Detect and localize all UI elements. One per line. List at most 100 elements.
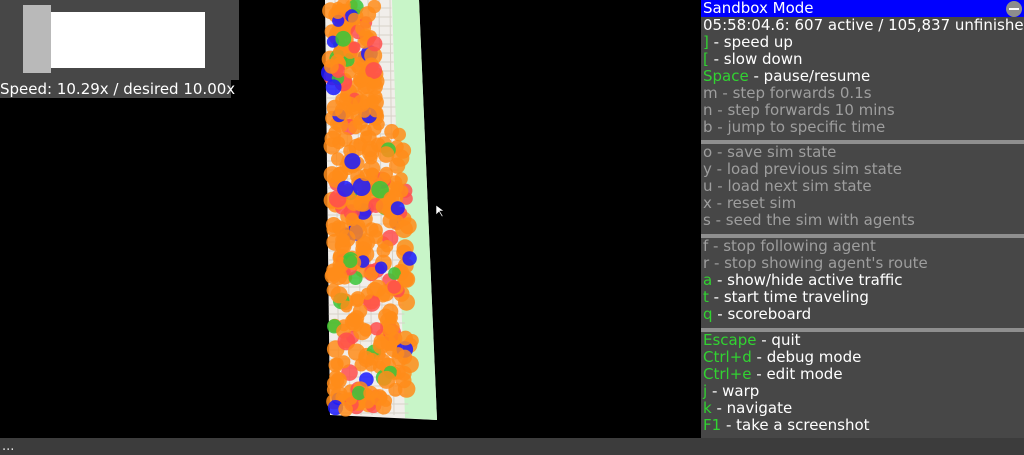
hotkey-label: - stop following agent bbox=[708, 237, 876, 255]
agent-dot bbox=[366, 352, 379, 366]
hotkey-item[interactable]: a - show/hide active traffic bbox=[703, 272, 903, 289]
speed-label: Speed: 10.29x / desired 10.00x bbox=[0, 80, 236, 98]
agent-dot bbox=[377, 370, 396, 389]
hotkey-item[interactable]: k - navigate bbox=[703, 400, 792, 417]
hotkey-item: m - step forwards 0.1s bbox=[703, 85, 872, 102]
hotkey-label: - quit bbox=[756, 331, 801, 349]
agent-dot bbox=[329, 267, 348, 286]
agent-dot bbox=[363, 385, 379, 401]
agent-dot bbox=[361, 144, 380, 162]
agent-dot bbox=[397, 380, 416, 398]
hotkey-label: - scoreboard bbox=[712, 305, 812, 323]
minimap-viewport[interactable] bbox=[51, 12, 205, 68]
agent-dot bbox=[398, 271, 416, 288]
hotkey-item[interactable]: Space - pause/resume bbox=[703, 68, 870, 85]
hotkey-item[interactable]: F1 - take a screenshot bbox=[703, 417, 870, 434]
hotkey-item[interactable]: Ctrl+d - debug mode bbox=[703, 349, 861, 366]
agent-dot bbox=[402, 251, 417, 266]
agent-dot bbox=[359, 6, 377, 23]
hotkey-label: - start time traveling bbox=[708, 288, 869, 306]
hotkey-item[interactable]: t - start time traveling bbox=[703, 289, 869, 306]
hotkey-label: - slow down bbox=[708, 50, 803, 68]
hotkey-item: o - save sim state bbox=[703, 144, 836, 161]
agent-dot bbox=[382, 303, 399, 320]
hotkey-label: - save sim state bbox=[712, 143, 837, 161]
hotkey-label: - pause/resume bbox=[748, 67, 871, 85]
agent-dot bbox=[348, 119, 363, 135]
hotkey-key: x bbox=[703, 194, 712, 212]
hotkey-item: b - jump to specific time bbox=[703, 119, 885, 136]
hotkey-item: r - stop showing agent's route bbox=[703, 255, 928, 272]
hotkey-item: s - seed the sim with agents bbox=[703, 212, 915, 229]
hotkey-key: Ctrl+d bbox=[703, 348, 752, 366]
agent-dot bbox=[375, 261, 388, 274]
hotkey-key: y bbox=[703, 160, 712, 178]
hotkey-item[interactable]: [ - slow down bbox=[703, 51, 802, 68]
hotkey-label: - navigate bbox=[711, 399, 793, 417]
sandbox-panel: Sandbox Mode 05:58:04.6: 607 active / 10… bbox=[701, 0, 1024, 438]
hotkey-label: - reset sim bbox=[711, 194, 797, 212]
hotkey-label: - edit mode bbox=[751, 365, 843, 383]
agent-dot bbox=[349, 222, 368, 241]
agent-dot bbox=[395, 220, 413, 239]
agent-dot bbox=[325, 79, 342, 96]
agent-dot bbox=[330, 286, 348, 304]
agent-dot bbox=[397, 349, 413, 365]
agent-dot bbox=[369, 322, 384, 336]
hotkey-label: - show/hide active traffic bbox=[712, 271, 903, 289]
agent-dot bbox=[347, 343, 366, 361]
hotkey-key: o bbox=[703, 143, 713, 161]
hotkey-item: n - step forwards 10 mins bbox=[703, 102, 895, 119]
agent-dot bbox=[339, 93, 352, 106]
hotkey-label: - take a screenshot bbox=[721, 416, 870, 434]
agent-dot bbox=[372, 337, 390, 355]
agent-dot bbox=[376, 243, 391, 258]
agent-dot bbox=[383, 324, 397, 338]
status-bar: ... bbox=[0, 438, 1024, 455]
hotkey-item[interactable]: Ctrl+e - edit mode bbox=[703, 366, 843, 383]
close-icon[interactable] bbox=[1006, 1, 1022, 17]
agent-dot bbox=[359, 168, 372, 182]
agent-dot bbox=[394, 142, 412, 159]
hotkey-label: - stop showing agent's route bbox=[709, 254, 928, 272]
hotkey-key: u bbox=[703, 177, 713, 195]
agent-dot bbox=[369, 104, 382, 118]
hotkey-item[interactable]: ] - speed up bbox=[703, 34, 793, 51]
hotkey-key: s bbox=[703, 211, 711, 229]
agent-dot bbox=[369, 279, 387, 297]
agent-dot bbox=[346, 312, 361, 327]
hotkey-key: Escape bbox=[703, 331, 757, 349]
hotkey-key: b bbox=[703, 118, 713, 136]
agent-dot bbox=[344, 66, 357, 79]
hotkey-label: - step forwards 10 mins bbox=[712, 101, 895, 119]
agent-dot bbox=[338, 402, 353, 417]
hotkey-item: x - reset sim bbox=[703, 195, 796, 212]
panel-title: Sandbox Mode bbox=[703, 0, 814, 17]
hotkey-label: - debug mode bbox=[751, 348, 862, 366]
hotkey-item[interactable]: q - scoreboard bbox=[703, 306, 811, 323]
agent-dot bbox=[330, 373, 345, 388]
hotkey-item[interactable]: Escape - quit bbox=[703, 332, 801, 349]
hotkey-item: u - load next sim state bbox=[703, 178, 872, 195]
hotkey-key: n bbox=[703, 101, 713, 119]
agent-dot bbox=[328, 126, 342, 140]
minimap-zoom-bar[interactable] bbox=[23, 5, 51, 73]
agent-dot bbox=[396, 365, 412, 381]
hotkey-key: m bbox=[703, 84, 718, 102]
hotkey-key: q bbox=[703, 305, 713, 323]
hotkey-label: - step forwards 0.1s bbox=[717, 84, 872, 102]
hotkey-item: f - stop following agent bbox=[703, 238, 876, 255]
minimap[interactable] bbox=[0, 0, 239, 80]
hotkey-label: - jump to specific time bbox=[712, 118, 886, 136]
agent-dot bbox=[365, 62, 383, 79]
agent-dot bbox=[335, 30, 352, 47]
agent-dot bbox=[344, 153, 361, 170]
hotkey-key: F1 bbox=[703, 416, 722, 434]
agent-dot bbox=[331, 5, 345, 19]
hotkey-label: - speed up bbox=[708, 33, 793, 51]
agent-dot bbox=[392, 127, 407, 142]
hotkey-item: y - load previous sim state bbox=[703, 161, 902, 178]
hotkey-key: a bbox=[703, 271, 713, 289]
hotkey-item[interactable]: j - warp bbox=[703, 383, 759, 400]
agent-dot bbox=[387, 280, 402, 294]
